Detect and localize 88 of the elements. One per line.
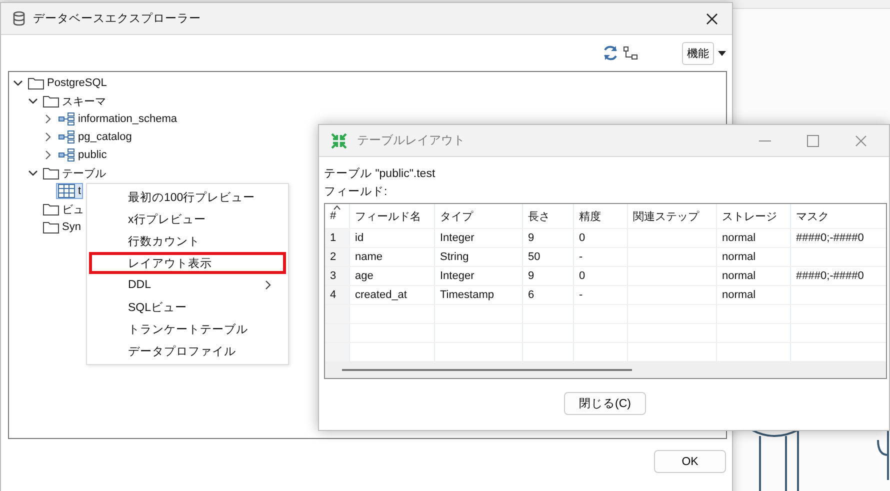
- table-cell: age: [350, 267, 435, 286]
- menu-item[interactable]: データプロファイル: [89, 340, 286, 362]
- function-button[interactable]: 機能: [682, 42, 714, 64]
- table-cell: 9: [523, 229, 574, 248]
- menu-item[interactable]: SQLビュー: [89, 296, 286, 318]
- ok-button[interactable]: OK: [654, 450, 726, 473]
- caret-icon[interactable]: [718, 50, 726, 56]
- chevron-down-icon[interactable]: [13, 80, 23, 86]
- menu-item[interactable]: 最初の100行プレビュー: [89, 186, 286, 208]
- table-cell: id: [350, 229, 435, 248]
- table-cell: 50: [523, 248, 574, 267]
- chevron-right-icon[interactable]: [45, 150, 51, 160]
- tree-item[interactable]: Syn: [41, 220, 83, 234]
- menu-item[interactable]: レイアウト表示: [89, 252, 286, 274]
- table-cell: -: [574, 248, 628, 267]
- table-cell: [574, 305, 628, 324]
- folder-icon: [43, 94, 59, 108]
- tree-item[interactable]: テーブル: [41, 164, 108, 182]
- table-cell: 1: [325, 229, 350, 248]
- chevron-right-icon[interactable]: [45, 132, 51, 142]
- folder-icon: [43, 220, 59, 234]
- column-header[interactable]: フィールド名: [350, 204, 435, 229]
- table-cell: [325, 343, 350, 362]
- folder-icon: [43, 166, 59, 180]
- table-cell: 2: [325, 248, 350, 267]
- column-header[interactable]: 関連ステップ: [628, 204, 717, 229]
- close-icon[interactable]: [706, 12, 718, 24]
- chevron-down-icon[interactable]: [28, 170, 38, 176]
- column-header[interactable]: 長さ: [523, 204, 574, 229]
- table-cell: normal: [717, 267, 791, 286]
- tree-item[interactable]: pg_catalog: [56, 129, 134, 145]
- refresh-icon[interactable]: [602, 45, 619, 61]
- schema-icon: [58, 148, 75, 162]
- window-title: データベースエクスプローラー: [33, 11, 202, 26]
- hierarchy-icon[interactable]: [623, 46, 638, 60]
- table-cell: String: [435, 248, 523, 267]
- chevron-right-icon[interactable]: [45, 114, 51, 124]
- tree-item[interactable]: スキーマ: [41, 92, 108, 110]
- table-cell: created_at: [350, 286, 435, 305]
- table-cell: [325, 305, 350, 324]
- table-cell: [523, 324, 574, 343]
- maximize-icon[interactable]: [807, 134, 819, 146]
- chevron-down-icon[interactable]: [28, 98, 38, 104]
- table-cell: [325, 324, 350, 343]
- collapse-arrows-icon: [331, 132, 347, 148]
- table-cell: 4: [325, 286, 350, 305]
- tree-item[interactable]: information_schema: [56, 111, 180, 127]
- tree-item[interactable]: t: [56, 183, 84, 199]
- menu-item[interactable]: DDL: [89, 274, 286, 296]
- table-cell: 9: [523, 267, 574, 286]
- table-cell: 6: [523, 286, 574, 305]
- dialog-title: テーブルレイアウト: [357, 132, 466, 149]
- table-cell: 3: [325, 267, 350, 286]
- tree-item[interactable]: ビュ: [41, 200, 86, 218]
- close-button[interactable]: 閉じる(C): [564, 392, 646, 415]
- tree-item[interactable]: PostgreSQL: [26, 76, 109, 90]
- menu-item[interactable]: トランケートテーブル: [89, 318, 286, 340]
- sort-icon: [333, 205, 341, 210]
- column-header[interactable]: ストレージ: [717, 204, 791, 229]
- menu-item[interactable]: x行プレビュー: [89, 208, 286, 230]
- table-cell: Integer: [435, 267, 523, 286]
- menu-item[interactable]: 行数カウント: [89, 230, 286, 252]
- table-cell: 0: [574, 267, 628, 286]
- table-cell: [523, 305, 574, 324]
- table-cell: Integer: [435, 229, 523, 248]
- table-name-label: テーブル "public".test: [324, 166, 436, 182]
- column-header[interactable]: マスク: [791, 204, 886, 229]
- column-header[interactable]: タイプ: [435, 204, 523, 229]
- table-cell: [574, 324, 628, 343]
- folder-icon: [43, 202, 59, 216]
- horizontal-scrollbar[interactable]: [325, 362, 886, 378]
- table-cell: normal: [717, 229, 791, 248]
- table-cell: name: [350, 248, 435, 267]
- schema-icon: [58, 112, 75, 126]
- database-icon: [13, 11, 25, 26]
- table-cell: 0: [574, 229, 628, 248]
- table-cell: Timestamp: [435, 286, 523, 305]
- table-cell: normal: [717, 248, 791, 267]
- table-cell: -: [574, 286, 628, 305]
- column-header[interactable]: 精度: [574, 204, 628, 229]
- folder-icon: [28, 76, 44, 90]
- table-cell: ####0;-####0: [791, 229, 886, 248]
- schema-icon: [58, 130, 75, 144]
- table-cell: ####0;-####0: [791, 267, 886, 286]
- tree-item[interactable]: public: [56, 147, 109, 163]
- table-cell: normal: [717, 286, 791, 305]
- fields-label: フィールド:: [324, 185, 388, 200]
- table-icon: [58, 184, 75, 198]
